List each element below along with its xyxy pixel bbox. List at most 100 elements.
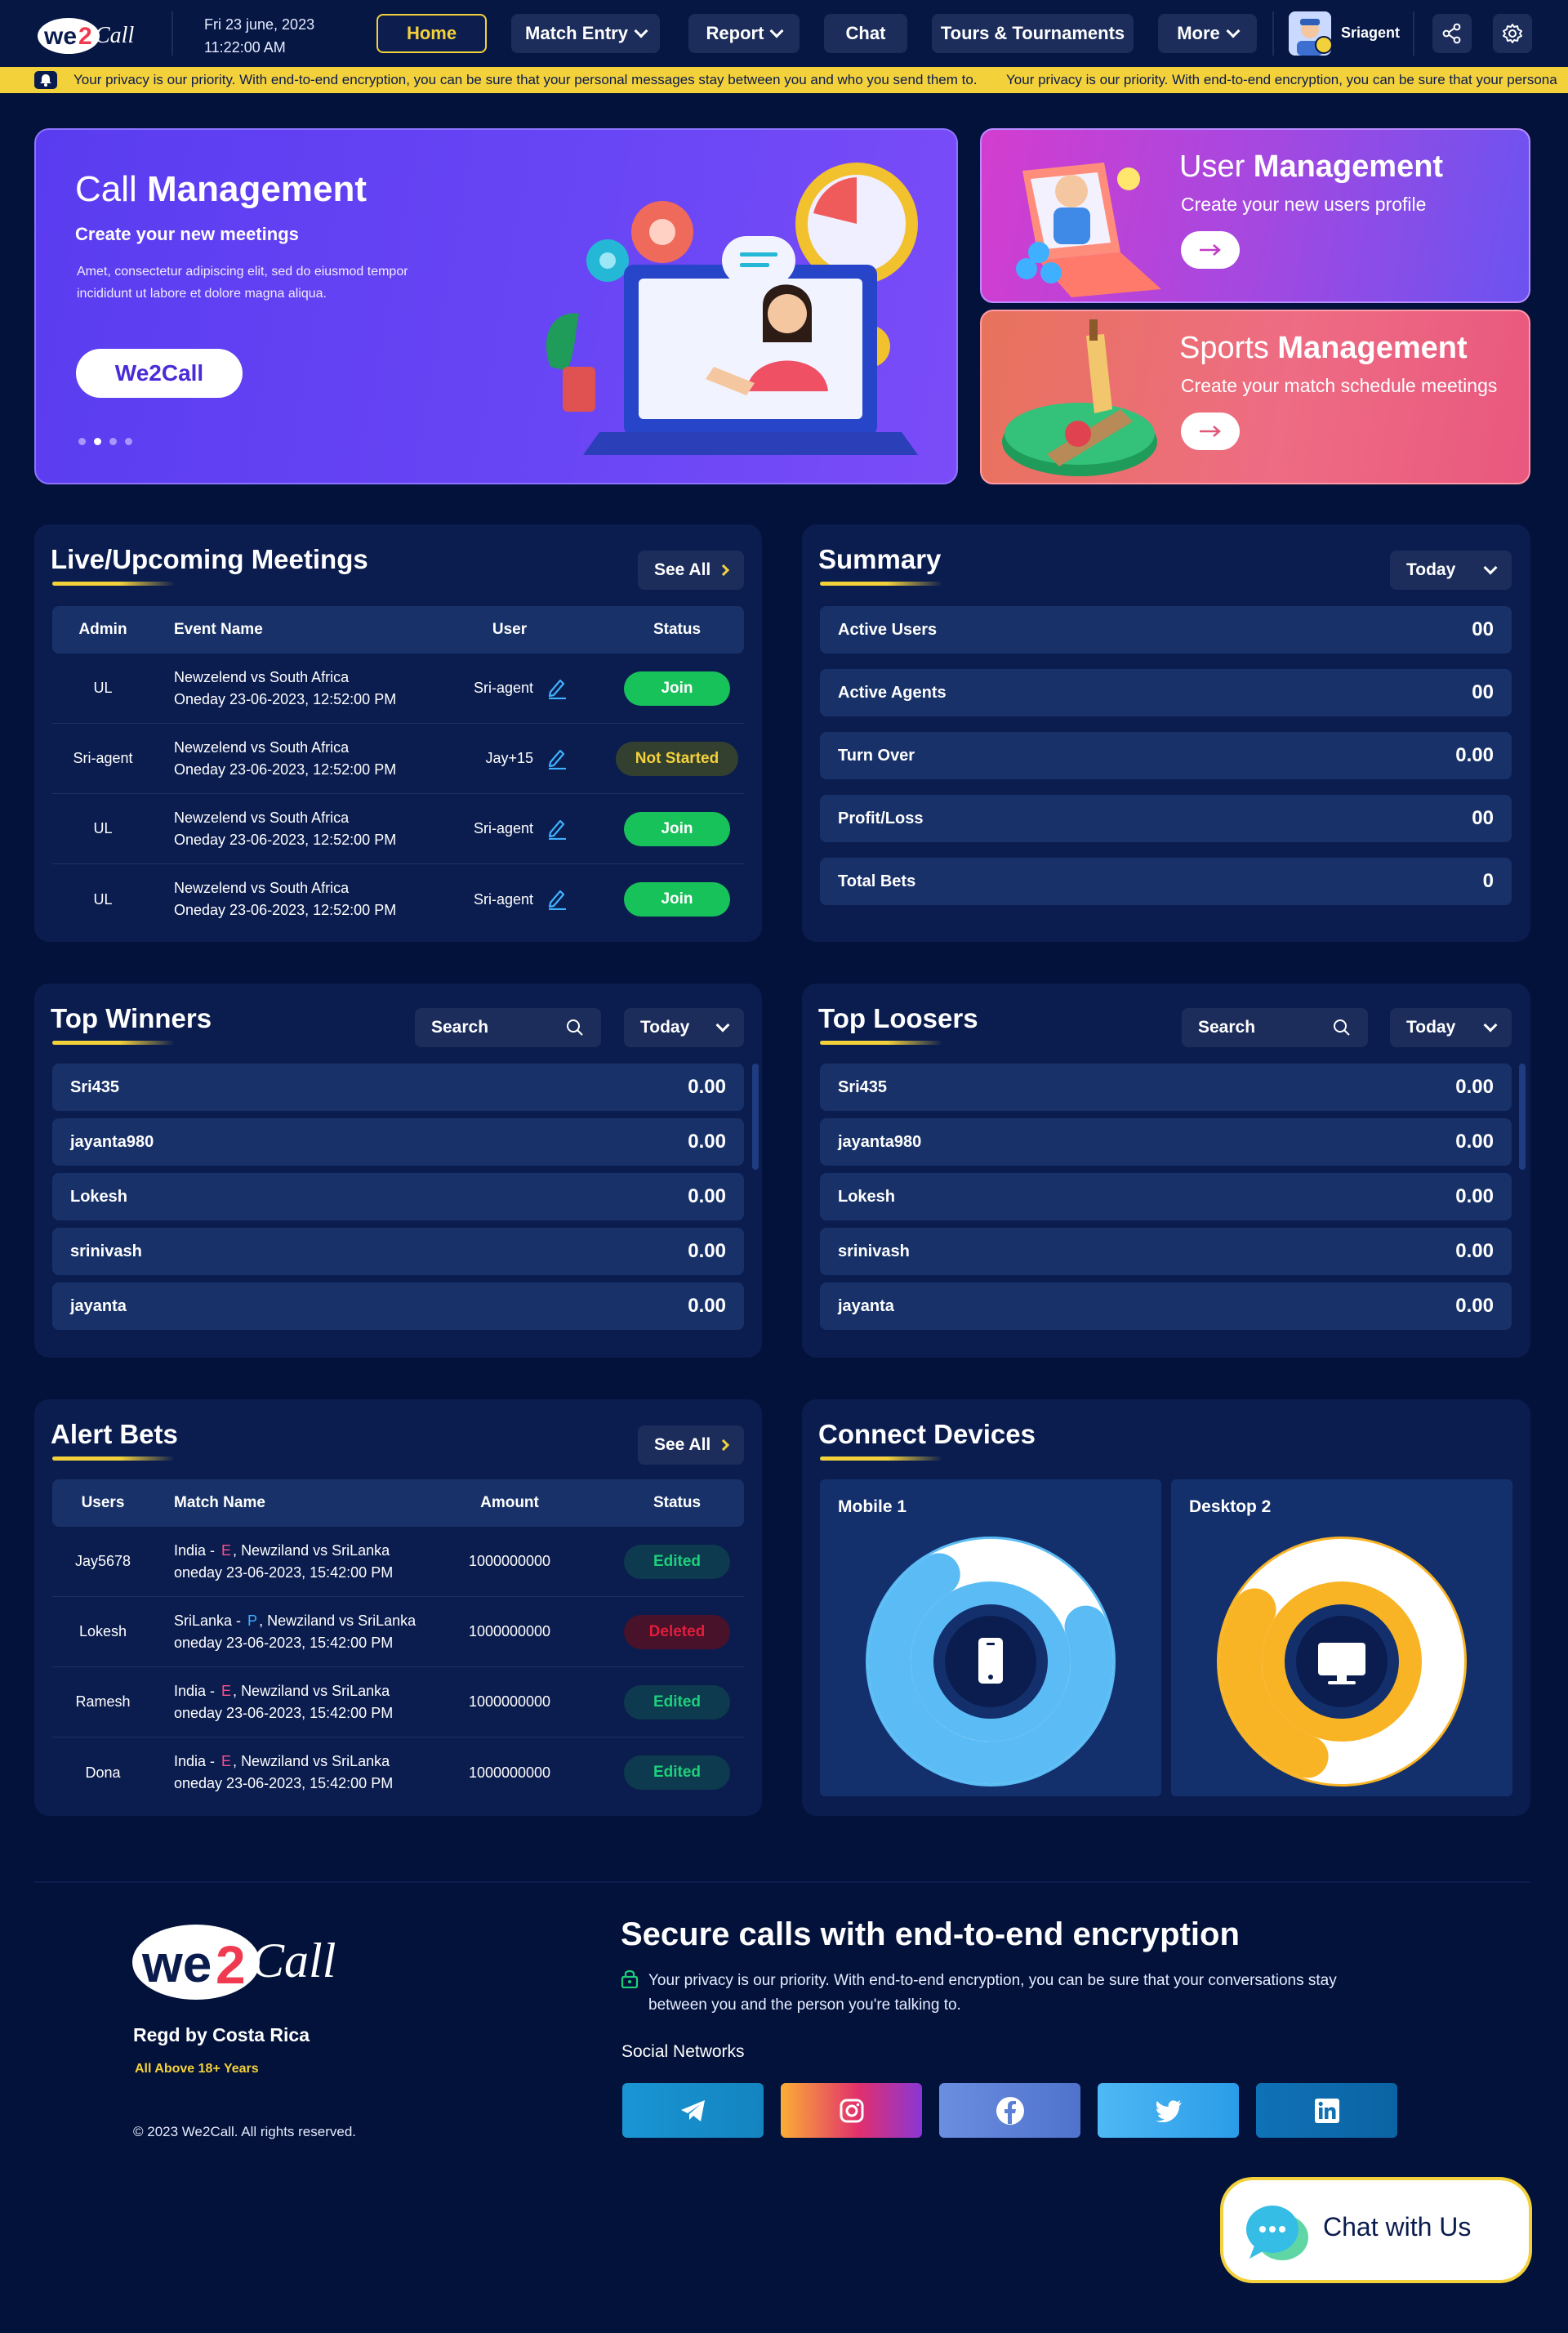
svg-text:Call: Call bbox=[95, 23, 134, 48]
nav-match-entry-label: Match Entry bbox=[525, 23, 628, 43]
carousel-dot[interactable] bbox=[78, 438, 86, 445]
meeting-event-name: Newzelend vs South Africa bbox=[174, 880, 350, 896]
twitter-button[interactable] bbox=[1098, 2083, 1239, 2138]
see-all-label: See All bbox=[654, 1435, 711, 1454]
edit-pencil-icon[interactable] bbox=[546, 676, 568, 703]
summary-filter-label: Today bbox=[1406, 560, 1456, 579]
status-badge: Edited bbox=[624, 1755, 730, 1790]
facebook-button[interactable] bbox=[939, 2083, 1080, 2138]
cricket-illustration bbox=[1002, 319, 1157, 476]
carousel-dot[interactable] bbox=[109, 438, 117, 445]
header-divider bbox=[1413, 11, 1414, 56]
meeting-event: Newzelend vs South Africa Oneday 23-06-20… bbox=[174, 737, 396, 781]
chevron-down-icon bbox=[1226, 24, 1241, 38]
instagram-button[interactable] bbox=[781, 2083, 922, 2138]
connect-devices-card: Connect Devices Mobile 1 Desktop 2 bbox=[802, 1399, 1530, 1816]
chat-bubble-icon bbox=[1246, 2206, 1308, 2260]
list-item[interactable]: jayanta 0.00 bbox=[820, 1282, 1512, 1330]
join-button[interactable]: Join bbox=[624, 671, 730, 706]
player-name: Sri435 bbox=[70, 1077, 120, 1096]
top-winners-period-select[interactable]: Today bbox=[624, 1008, 744, 1047]
list-item[interactable]: Lokesh 0.00 bbox=[820, 1173, 1512, 1220]
nav-match-entry[interactable]: Match Entry bbox=[511, 14, 660, 53]
summary-row: Turn Over 0.00 bbox=[820, 732, 1512, 779]
notification-bell-icon bbox=[34, 71, 57, 89]
title-underline bbox=[52, 582, 175, 586]
linkedin-icon bbox=[1314, 2098, 1339, 2123]
table-row: Ramesh India -E, Newziland vs SriLanka one… bbox=[52, 1667, 744, 1737]
linkedin-button[interactable] bbox=[1256, 2083, 1397, 2138]
meeting-event: Newzelend vs South Africa Oneday 23-06-20… bbox=[174, 667, 396, 711]
nav-home[interactable]: Home bbox=[376, 14, 487, 53]
nav-tours-tournaments[interactable]: Tours & Tournaments bbox=[932, 14, 1134, 53]
edit-pencil-icon[interactable] bbox=[546, 887, 568, 914]
share-button[interactable] bbox=[1432, 14, 1472, 53]
bet-amount: 1000000000 bbox=[468, 1693, 551, 1710]
bet-user: Dona bbox=[85, 1764, 121, 1781]
instagram-icon bbox=[840, 2099, 863, 2122]
player-name: Lokesh bbox=[70, 1187, 128, 1206]
list-item[interactable]: Lokesh 0.00 bbox=[52, 1173, 744, 1220]
svg-text:2: 2 bbox=[78, 23, 92, 50]
nav-tours-label: Tours & Tournaments bbox=[940, 23, 1125, 43]
device-desktop-panel: Desktop 2 bbox=[1171, 1479, 1512, 1796]
device-desktop-label: Desktop 2 bbox=[1189, 1497, 1272, 1516]
top-winners-search-input[interactable]: Search bbox=[415, 1008, 601, 1047]
top-loosers-search-input[interactable]: Search bbox=[1182, 1008, 1368, 1047]
arrow-right-icon bbox=[1200, 426, 1221, 437]
edit-pencil-icon[interactable] bbox=[546, 817, 568, 844]
col-status: Status bbox=[653, 1494, 702, 1511]
banner-title-bold: Management bbox=[147, 169, 367, 209]
chevron-down-icon bbox=[1483, 560, 1498, 575]
player-name: jayanta980 bbox=[70, 1132, 154, 1151]
bet-tag: P bbox=[247, 1612, 258, 1629]
list-item[interactable]: jayanta980 0.00 bbox=[820, 1118, 1512, 1166]
top-loosers-scrollbar[interactable] bbox=[1519, 1064, 1526, 1170]
summary-card: Summary Today Active Users 00 Active Agent… bbox=[802, 524, 1530, 942]
meeting-admin: Sri-agent bbox=[73, 750, 133, 766]
user-management-arrow-button[interactable] bbox=[1181, 231, 1240, 269]
col-admin: Admin bbox=[78, 621, 127, 638]
bet-match-date: oneday 23-06-2023, 15:42:00 PM bbox=[174, 1564, 394, 1581]
mobile-phone-icon bbox=[978, 1638, 1003, 1684]
carousel-dot[interactable] bbox=[125, 438, 132, 445]
sports-management-arrow-button[interactable] bbox=[1181, 413, 1240, 450]
nav-chat[interactable]: Chat bbox=[824, 14, 907, 53]
top-winners-card: Top Winners Search Today Sri435 0.00 jayan… bbox=[34, 984, 762, 1358]
top-loosers-period-select[interactable]: Today bbox=[1390, 1008, 1512, 1047]
we2call-button[interactable]: We2Call bbox=[76, 349, 243, 398]
edit-pencil-icon[interactable] bbox=[546, 747, 568, 774]
header-date: Fri 23 june, 2023 bbox=[204, 16, 315, 33]
list-item[interactable]: jayanta980 0.00 bbox=[52, 1118, 744, 1166]
summary-label: Profit/Loss bbox=[838, 809, 924, 827]
we2call-logo[interactable]: we 2 Call bbox=[34, 10, 147, 57]
nav-more[interactable]: More bbox=[1158, 14, 1257, 53]
chat-with-us-widget[interactable]: Chat with Us bbox=[1220, 2177, 1532, 2283]
summary-label: Total Bets bbox=[838, 872, 916, 890]
join-button[interactable]: Join bbox=[624, 882, 730, 917]
meetings-see-all-button[interactable]: See All bbox=[638, 551, 744, 590]
alert-bets-see-all-button[interactable]: See All bbox=[638, 1425, 744, 1465]
device-mobile-donut bbox=[866, 1537, 1116, 1787]
telegram-button[interactable] bbox=[622, 2083, 764, 2138]
list-item[interactable]: Sri435 0.00 bbox=[52, 1064, 744, 1111]
list-item[interactable]: srinivash 0.00 bbox=[820, 1228, 1512, 1275]
summary-row: Profit/Loss 00 bbox=[820, 795, 1512, 842]
nav-report[interactable]: Report bbox=[688, 14, 800, 53]
player-amount: 0.00 bbox=[688, 1076, 726, 1098]
meeting-event-date: Oneday 23-06-2023, 12:52:00 PM bbox=[174, 690, 397, 707]
summary-period-select[interactable]: Today bbox=[1390, 551, 1512, 590]
join-button[interactable]: Join bbox=[624, 812, 730, 846]
summary-label: Turn Over bbox=[838, 746, 915, 765]
meeting-user: Sri-agent bbox=[473, 680, 533, 696]
settings-button[interactable] bbox=[1493, 14, 1532, 53]
sports-management-banner[interactable]: Sports Management Create your match sche… bbox=[980, 310, 1530, 484]
player-name: jayanta bbox=[70, 1296, 127, 1315]
loosers-filter-label: Today bbox=[1406, 1018, 1456, 1037]
carousel-dot-active[interactable] bbox=[94, 438, 101, 445]
top-winners-scrollbar[interactable] bbox=[752, 1064, 759, 1170]
list-item[interactable]: jayanta 0.00 bbox=[52, 1282, 744, 1330]
user-management-banner[interactable]: User Management Create your new users pr… bbox=[980, 128, 1530, 303]
list-item[interactable]: srinivash 0.00 bbox=[52, 1228, 744, 1275]
list-item[interactable]: Sri435 0.00 bbox=[820, 1064, 1512, 1111]
